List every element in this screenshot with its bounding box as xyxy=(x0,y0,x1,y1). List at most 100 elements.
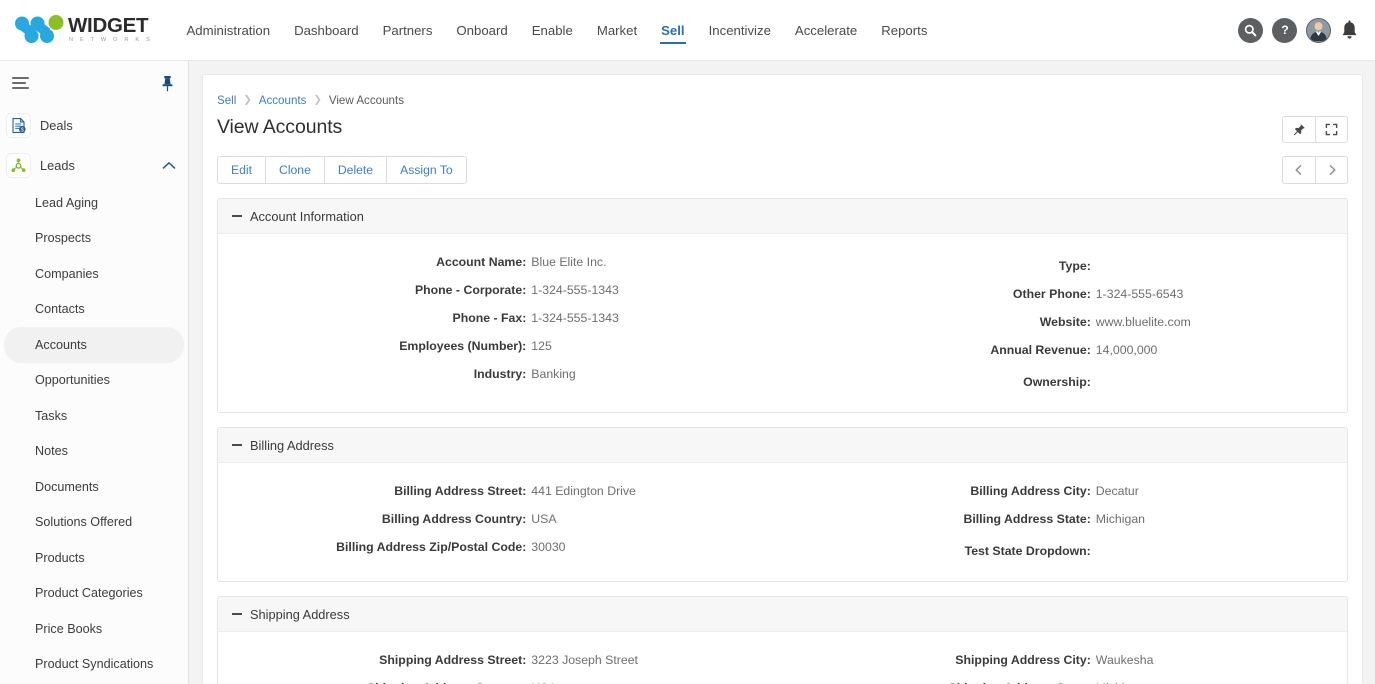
breadcrumb-item-accounts[interactable]: Accounts xyxy=(259,94,307,107)
help-icon[interactable]: ? xyxy=(1272,17,1297,43)
field-billing-address-state: Billing Address State: Michigan xyxy=(783,505,1348,533)
field-value: 441 Edington Drive xyxy=(531,484,636,498)
sidebar-item-label: Price Books xyxy=(35,621,103,636)
notifications-bell-icon[interactable] xyxy=(1340,19,1359,41)
panel-shipping-address: Shipping Address Shipping Address Street… xyxy=(217,596,1348,684)
sidebar-item-products[interactable]: Products xyxy=(4,540,184,576)
field-shipping-address-street: Shipping Address Street: 3223 Joseph Str… xyxy=(218,646,783,674)
field-label: Type: xyxy=(1058,259,1091,273)
field-billing-address-country: Billing Address Country: USA xyxy=(218,505,783,533)
sidebar-item-solutions-offered[interactable]: Solutions Offered xyxy=(4,505,184,541)
panel-title: Shipping Address xyxy=(250,606,350,622)
sidebar-item-label: Lead Aging xyxy=(35,195,99,210)
sidebar-item-contacts[interactable]: Contacts xyxy=(4,292,184,328)
field-value: 14,000,000 xyxy=(1095,343,1158,357)
brand-logo[interactable]: WIDGET N E T W O R K S xyxy=(12,8,153,52)
pin-icon[interactable] xyxy=(161,75,174,92)
field-value: 30030 xyxy=(531,540,566,554)
sidebar-item-label: Prospects xyxy=(35,231,91,246)
sidebar-item-price-books[interactable]: Price Books xyxy=(4,611,184,647)
leads-network-icon xyxy=(6,152,31,178)
sidebar-item-opportunities[interactable]: Opportunities xyxy=(4,363,184,399)
svg-text:?: ? xyxy=(1281,23,1288,37)
field-label: Billing Address Street: xyxy=(394,484,527,498)
chevron-up-icon[interactable] xyxy=(162,161,176,170)
record-pager xyxy=(1282,156,1348,184)
record-action-buttons: Edit Clone Delete Assign To xyxy=(217,156,467,184)
previous-record-icon[interactable] xyxy=(1283,157,1315,183)
field-value: 1-324-555-1343 xyxy=(531,311,619,325)
sidebar-item-notes[interactable]: Notes xyxy=(4,434,184,470)
sidebar-item-tasks[interactable]: Tasks xyxy=(4,398,184,434)
nav-item-market[interactable]: Market xyxy=(585,0,649,61)
sidebar-item-prospects[interactable]: Prospects xyxy=(4,221,184,257)
nav-item-administration[interactable]: Administration xyxy=(175,0,283,61)
field-label: Annual Revenue: xyxy=(990,343,1091,357)
field-label: Ownership: xyxy=(1023,375,1091,389)
field-shipping-address-city: Shipping Address City: Waukesha xyxy=(783,646,1348,674)
field-label: Shipping Address City: xyxy=(955,653,1091,667)
nav-item-onboard[interactable]: Onboard xyxy=(444,0,519,61)
field-account-name: Account Name: Blue Elite Inc. xyxy=(218,248,783,276)
sidebar: $ Deals Leads Lead Aging Prospects Compa… xyxy=(0,61,189,684)
next-record-icon[interactable] xyxy=(1315,157,1347,183)
sidebar-item-documents[interactable]: Documents xyxy=(4,469,184,505)
field-value: USA xyxy=(531,512,557,526)
field-value: 1-324-555-1343 xyxy=(531,283,619,297)
sidebar-item-label: Tasks xyxy=(35,408,68,423)
search-icon[interactable] xyxy=(1238,17,1263,43)
nav-item-sell[interactable]: Sell xyxy=(649,0,696,61)
nav-item-accelerate[interactable]: Accelerate xyxy=(783,0,869,61)
nav-item-enable[interactable]: Enable xyxy=(520,0,585,61)
field-website: Website: www.bluelite.com xyxy=(783,308,1348,336)
delete-button[interactable]: Delete xyxy=(323,157,387,183)
sidebar-item-accounts[interactable]: Accounts xyxy=(4,327,184,363)
sidebar-item-label: Solutions Offered xyxy=(35,515,133,530)
field-billing-address-street: Billing Address Street: 441 Edington Dri… xyxy=(218,477,783,505)
field-label: Phone - Corporate: xyxy=(414,283,527,297)
sidebar-group-leads[interactable]: Leads xyxy=(0,145,188,185)
expand-fullscreen-icon[interactable] xyxy=(1315,117,1347,142)
clone-button[interactable]: Clone xyxy=(265,157,324,183)
field-label: Other Phone: xyxy=(1012,287,1091,301)
panel-header-billing-address[interactable]: Billing Address xyxy=(218,428,1347,463)
panel-column-left: Billing Address Street: 441 Edington Dri… xyxy=(218,477,783,565)
field-label: Shipping Address Street: xyxy=(379,653,527,667)
field-value: Decatur xyxy=(1095,484,1139,498)
nav-item-partners[interactable]: Partners xyxy=(371,0,445,61)
field-billing-address-city: Billing Address City: Decatur xyxy=(783,477,1348,505)
field-value xyxy=(1096,255,1347,270)
field-value: 1-324-555-6543 xyxy=(1095,287,1184,301)
panel-header-account-information[interactable]: Account Information xyxy=(218,199,1347,234)
sidebar-group-deals[interactable]: $ Deals xyxy=(0,105,188,145)
collapse-minus-icon[interactable] xyxy=(232,613,242,615)
field-label: Industry: xyxy=(473,367,527,381)
sidebar-item-label: Notes xyxy=(35,444,68,459)
hamburger-menu-icon[interactable] xyxy=(8,70,33,96)
collapse-minus-icon[interactable] xyxy=(232,215,242,217)
breadcrumb-item-sell[interactable]: Sell xyxy=(217,94,236,107)
field-value: Waukesha xyxy=(1095,653,1154,667)
field-label: Billing Address Country: xyxy=(381,512,527,526)
sidebar-item-lead-aging[interactable]: Lead Aging xyxy=(4,185,184,221)
panel-header-shipping-address[interactable]: Shipping Address xyxy=(218,597,1347,632)
user-avatar[interactable] xyxy=(1306,17,1331,43)
nav-item-dashboard[interactable]: Dashboard xyxy=(282,0,371,61)
record-header-tools xyxy=(1282,116,1348,143)
panel-column-right: Billing Address City: Decatur Billing Ad… xyxy=(783,477,1348,565)
assign-to-button[interactable]: Assign To xyxy=(386,157,466,183)
sidebar-item-product-categories[interactable]: Product Categories xyxy=(4,576,184,612)
sidebar-item-companies[interactable]: Companies xyxy=(4,256,184,292)
panel-body: Billing Address Street: 441 Edington Dri… xyxy=(218,463,1347,581)
pin-record-icon[interactable] xyxy=(1283,117,1315,142)
nav-item-reports[interactable]: Reports xyxy=(869,0,939,61)
brand-tagline: N E T W O R K S xyxy=(69,37,153,44)
deals-document-icon: $ xyxy=(6,112,31,138)
field-value: Michigan xyxy=(1095,512,1146,526)
field-test-state-dropdown: Test State Dropdown: xyxy=(783,533,1348,565)
edit-button[interactable]: Edit xyxy=(218,157,266,183)
sidebar-item-product-syndications[interactable]: Product Syndications xyxy=(4,647,184,683)
nav-item-incentivize[interactable]: Incentivize xyxy=(697,0,783,61)
sidebar-header xyxy=(0,61,188,105)
collapse-minus-icon[interactable] xyxy=(232,444,242,446)
